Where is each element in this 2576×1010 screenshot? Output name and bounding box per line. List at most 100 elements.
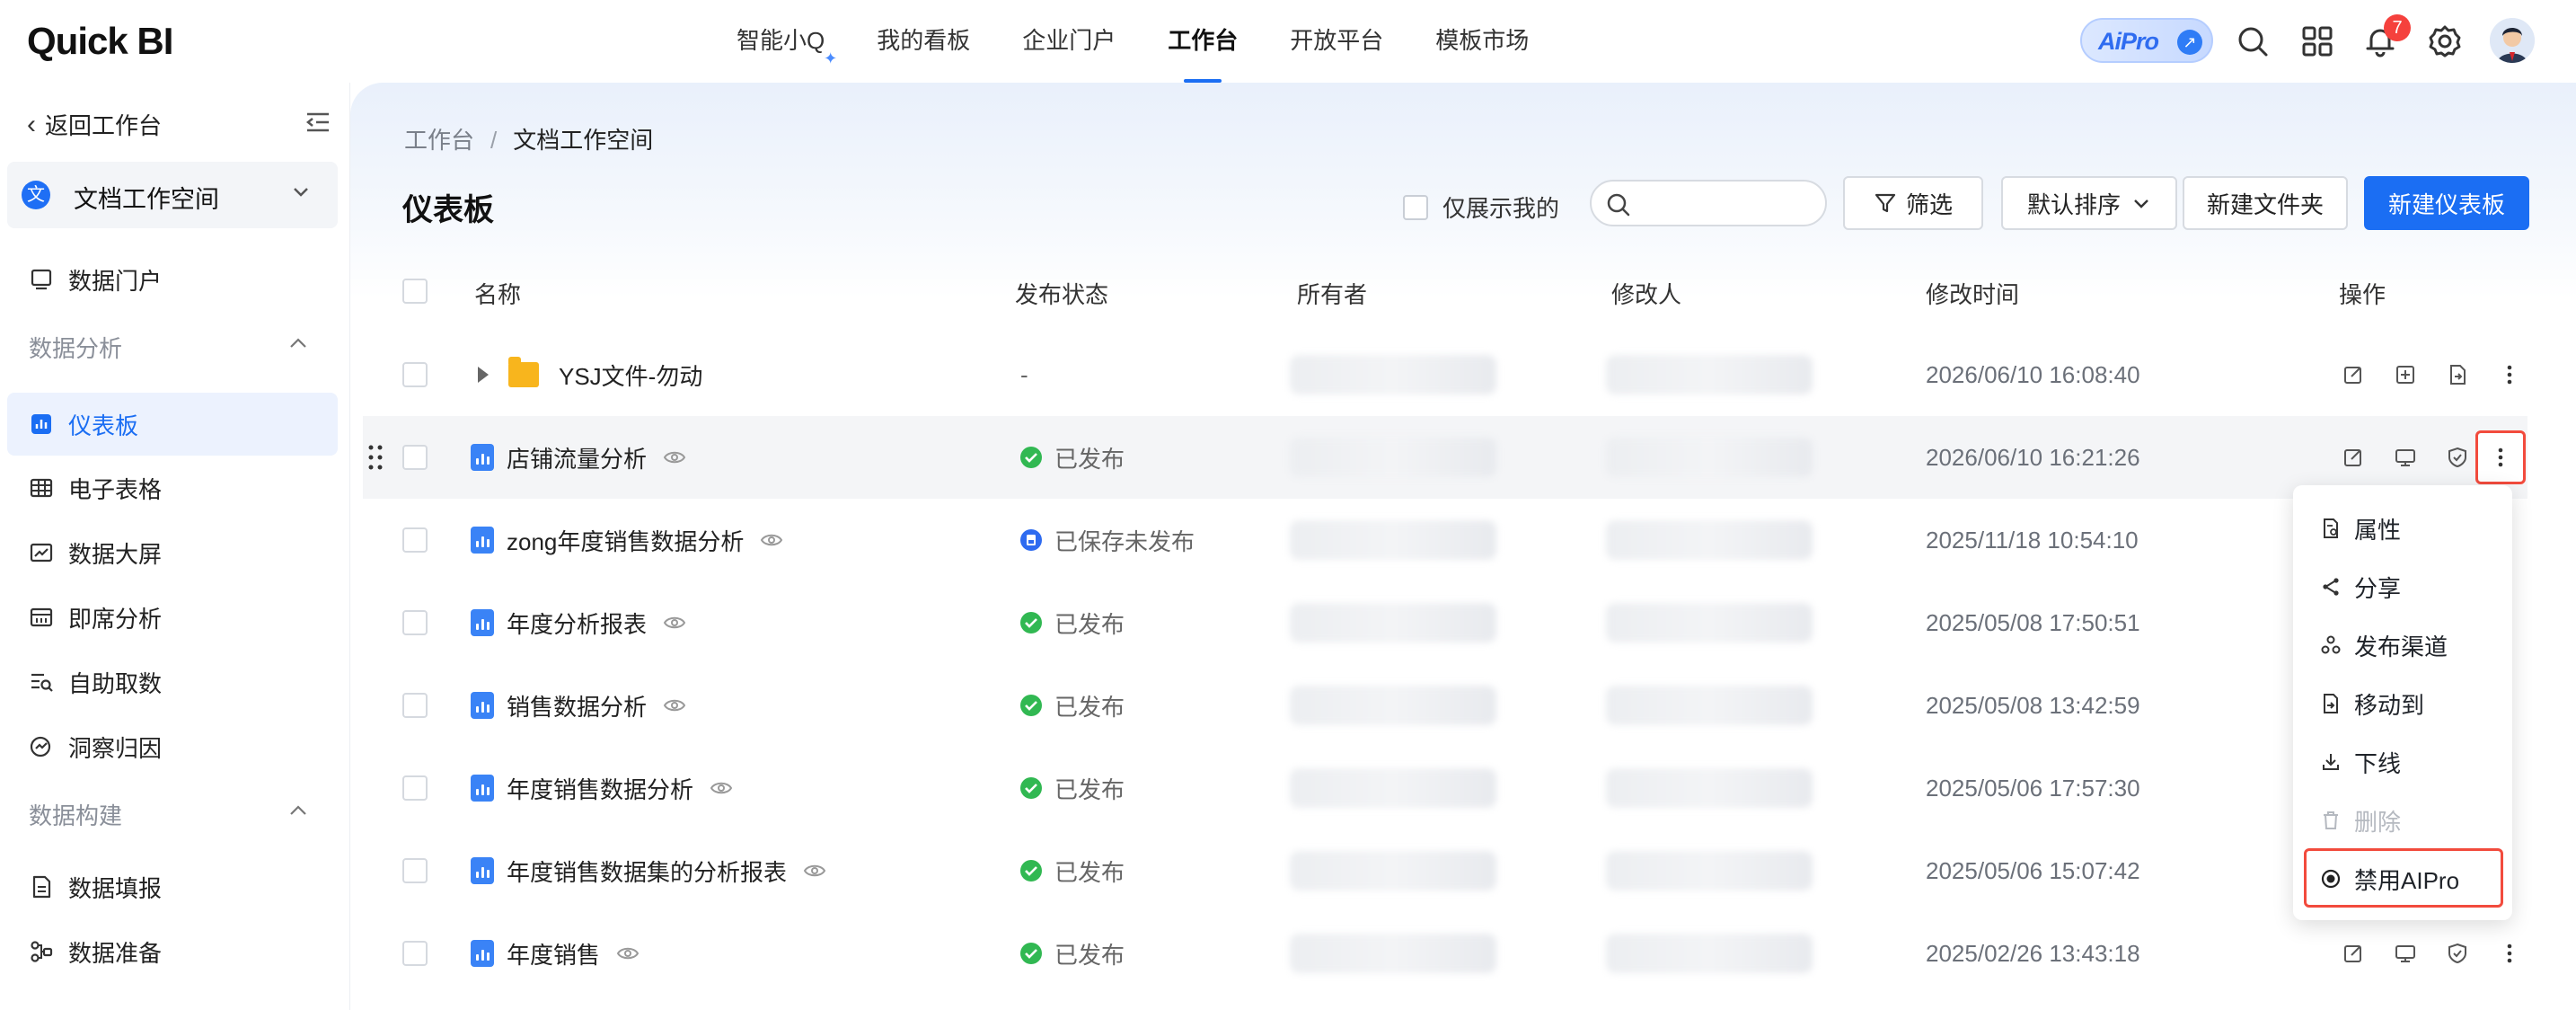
name-cell[interactable]: 年度销售: [471, 912, 640, 995]
name-cell[interactable]: YSJ文件-勿动: [471, 333, 702, 416]
name-cell[interactable]: 年度销售数据集的分析报表: [471, 829, 826, 912]
row-checkbox[interactable]: [402, 941, 428, 966]
search-icon[interactable]: [2235, 23, 2271, 59]
drag-handle-icon[interactable]: [366, 443, 384, 472]
row-checkbox[interactable]: [402, 693, 428, 718]
table-row[interactable]: zong年度销售数据分析 已保存未发布 2025/11/18 10:54:10: [363, 499, 2527, 581]
preview-eye-icon[interactable]: [663, 615, 686, 631]
aipro-button[interactable]: AiPro ↗: [2080, 18, 2213, 63]
row-checkbox[interactable]: [402, 775, 428, 801]
edit-icon[interactable]: [2339, 939, 2368, 968]
more-icon[interactable]: [2495, 360, 2524, 389]
add-icon[interactable]: [2391, 360, 2420, 389]
edit-icon[interactable]: [2339, 360, 2368, 389]
delete-icon: [2324, 811, 2338, 829]
only-mine-checkbox[interactable]: [1403, 194, 1428, 220]
sidebar-item-data-fill[interactable]: 数据填报: [7, 855, 338, 918]
apps-grid-icon[interactable]: [2299, 23, 2335, 59]
table-row[interactable]: YSJ文件-勿动 - 2026/06/10 16:08:40: [363, 333, 2527, 416]
table-row[interactable]: 年度销售数据集的分析报表 已发布 2025/05/06 15:07:42: [363, 829, 2527, 912]
status-cell: -: [1020, 333, 1028, 416]
more-icon: [2498, 447, 2503, 467]
shield-icon[interactable]: [2443, 939, 2472, 968]
sidebar-item-self-service[interactable]: 自助取数: [7, 651, 338, 713]
new-folder-button[interactable]: 新建文件夹: [2183, 176, 2348, 230]
column-status[interactable]: 发布状态: [1015, 277, 1108, 310]
column-modifier[interactable]: 修改人: [1611, 277, 1681, 310]
name-cell[interactable]: 年度销售数据分析: [471, 747, 733, 829]
table-row[interactable]: 年度分析报表 已发布 2025/05/08 17:50:51: [363, 581, 2527, 664]
column-owner[interactable]: 所有者: [1297, 277, 1367, 310]
name-cell[interactable]: zong年度销售数据分析: [471, 499, 783, 581]
table-row[interactable]: 年度销售数据分析 已发布 2025/05/06 17:57:30: [363, 747, 2527, 829]
preview-eye-icon[interactable]: [663, 449, 686, 465]
preview-eye-icon[interactable]: [663, 697, 686, 713]
row-checkbox[interactable]: [402, 445, 428, 470]
gear-icon[interactable]: [2427, 23, 2463, 59]
sort-dropdown[interactable]: 默认排序: [2001, 176, 2177, 230]
name-cell[interactable]: 店铺流量分析: [471, 416, 686, 499]
column-time[interactable]: 修改时间: [1926, 277, 2019, 310]
app-logo[interactable]: Quick BI: [27, 20, 173, 63]
name-cell[interactable]: 销售数据分析: [471, 664, 686, 747]
menu-item-properties[interactable]: 属性: [2320, 510, 2401, 546]
breadcrumb-root[interactable]: 工作台: [404, 127, 474, 154]
chevron-up-icon[interactable]: [287, 332, 309, 354]
sidebar-item-portal[interactable]: 数据门户: [7, 248, 338, 311]
search-input[interactable]: [1640, 189, 1811, 219]
select-all-checkbox[interactable]: [402, 279, 428, 304]
collapse-sidebar-icon[interactable]: [305, 111, 331, 133]
search-box[interactable]: [1590, 180, 1827, 226]
nav-portal[interactable]: 企业门户: [1022, 0, 1116, 83]
column-ops: 操作: [2339, 281, 2386, 308]
nav-my-boards[interactable]: 我的看板: [877, 0, 970, 83]
status-cell: 已发布: [1020, 416, 1125, 499]
row-checkbox[interactable]: [402, 610, 428, 635]
nav-workbench[interactable]: 工作台: [1168, 0, 1238, 83]
table-row[interactable]: 年度销售 已发布 2025/02/26 13:43:18: [363, 912, 2527, 995]
table-row[interactable]: 销售数据分析 已发布 2025/05/08 13:42:59: [363, 664, 2527, 747]
menu-item-share[interactable]: 分享: [2320, 569, 2401, 605]
menu-item-channel[interactable]: 发布渠道: [2320, 627, 2448, 663]
preview-eye-icon[interactable]: [616, 945, 640, 961]
move-icon[interactable]: [2443, 360, 2472, 389]
present-icon[interactable]: [2391, 443, 2420, 472]
new-dashboard-button[interactable]: 新建仪表板: [2364, 176, 2529, 230]
nav-template-market[interactable]: 模板市场: [1435, 0, 1529, 83]
sidebar-item-label: 仪表板: [68, 412, 139, 439]
shield-icon[interactable]: [2443, 443, 2472, 472]
more-icon[interactable]: [2495, 939, 2524, 968]
modifier-redacted: [1606, 934, 1813, 973]
chevron-up-icon[interactable]: [287, 800, 309, 821]
chart-screen-icon: [30, 543, 53, 563]
menu-item-move[interactable]: 移动到: [2320, 686, 2424, 722]
more-button-highlighted[interactable]: [2475, 430, 2526, 484]
present-icon[interactable]: [2391, 939, 2420, 968]
nav-open-platform[interactable]: 开放平台: [1290, 0, 1383, 83]
row-checkbox[interactable]: [402, 858, 428, 883]
avatar[interactable]: [2490, 18, 2535, 63]
sidebar-item-dashboard[interactable]: 仪表板: [7, 393, 338, 456]
row-checkbox[interactable]: [402, 527, 428, 553]
sidebar-item-data-prep[interactable]: 数据准备: [7, 920, 338, 983]
column-name[interactable]: 名称: [474, 277, 521, 310]
sidebar-item-spreadsheet[interactable]: 电子表格: [7, 456, 338, 519]
only-mine-toggle[interactable]: 仅展示我的: [1403, 190, 1559, 224]
row-checkbox[interactable]: [402, 362, 428, 387]
status-cell: 已发布: [1020, 581, 1125, 664]
sidebar-item-big-screen[interactable]: 数据大屏: [7, 521, 338, 584]
edit-icon[interactable]: [2339, 443, 2368, 472]
nav-smart-q[interactable]: 智能小Q ✦: [737, 0, 837, 83]
preview-eye-icon[interactable]: [760, 532, 783, 548]
sidebar-item-adhoc[interactable]: 即席分析: [7, 586, 338, 649]
back-to-workbench[interactable]: ‹ 返回工作台: [27, 108, 162, 141]
sidebar-item-insight[interactable]: 洞察归因: [7, 715, 338, 778]
preview-eye-icon[interactable]: [710, 780, 733, 796]
expand-arrow-icon[interactable]: [478, 367, 489, 383]
filter-button[interactable]: 筛选: [1843, 176, 1983, 230]
menu-item-offline[interactable]: 下线: [2320, 744, 2401, 780]
workspace-select[interactable]: 文 文档工作空间: [7, 162, 338, 228]
name-cell[interactable]: 年度分析报表: [471, 581, 686, 664]
preview-eye-icon[interactable]: [803, 863, 826, 879]
table-row[interactable]: 店铺流量分析 已发布 2026/06/10 16:21:26: [363, 416, 2527, 499]
